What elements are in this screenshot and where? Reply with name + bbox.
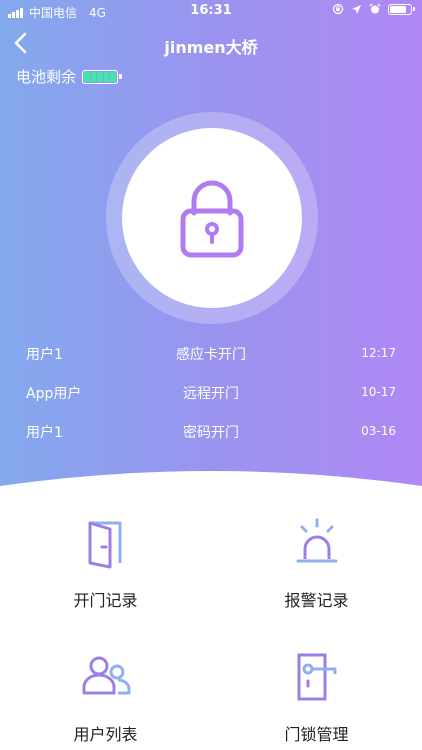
alarm-clock-icon xyxy=(369,3,381,14)
padlock-icon xyxy=(180,180,244,258)
function-grid: 开门记录 报警记录 用户列表 门锁管理 xyxy=(0,505,422,750)
lock-management-label: 门锁管理 xyxy=(284,725,349,744)
alarm-records-button[interactable]: 报警记录 xyxy=(211,517,422,611)
alarm-light-icon xyxy=(296,518,337,563)
door-records-label: 开门记录 xyxy=(73,591,138,610)
record-action: 远程开门 xyxy=(183,386,239,402)
record-row: 用户1 密码开门 03-16 xyxy=(0,414,422,453)
record-action: 密码开门 xyxy=(183,425,239,441)
battery-level-icon xyxy=(82,69,123,84)
status-bar: 中国电信 4G 16:31 xyxy=(0,0,422,22)
recent-records: 用户1 感应卡开门 12:17 App用户 远程开门 10-17 用户1 密码开… xyxy=(0,336,422,453)
status-right xyxy=(332,3,415,15)
record-time: 10-17 xyxy=(361,385,396,399)
record-time: 03-16 xyxy=(361,424,396,438)
lock-circle xyxy=(122,128,302,308)
battery-remaining: 电池剩余 xyxy=(16,66,123,87)
location-icon xyxy=(352,4,361,14)
door-lock-icon xyxy=(297,653,336,701)
page-title: jinmen大桥 xyxy=(164,38,258,57)
battery-icon xyxy=(388,3,415,15)
unlock-button[interactable] xyxy=(106,112,318,324)
record-row: App用户 远程开门 10-17 xyxy=(0,375,422,414)
alarm-records-label: 报警记录 xyxy=(284,591,349,610)
record-row: 用户1 感应卡开门 12:17 xyxy=(0,336,422,375)
rotation-lock-icon xyxy=(332,3,344,15)
user-list-button[interactable]: 用户列表 xyxy=(0,651,211,745)
door-records-button[interactable]: 开门记录 xyxy=(0,517,211,611)
user-list-label: 用户列表 xyxy=(73,725,138,744)
lock-management-button[interactable]: 门锁管理 xyxy=(211,651,422,745)
nav-bar: jinmen大桥 xyxy=(0,30,422,60)
door-open-icon xyxy=(88,521,121,569)
record-action: 感应卡开门 xyxy=(176,347,246,363)
users-icon xyxy=(82,656,130,695)
battery-remaining-label: 电池剩余 xyxy=(16,68,77,86)
record-time: 12:17 xyxy=(361,346,396,360)
